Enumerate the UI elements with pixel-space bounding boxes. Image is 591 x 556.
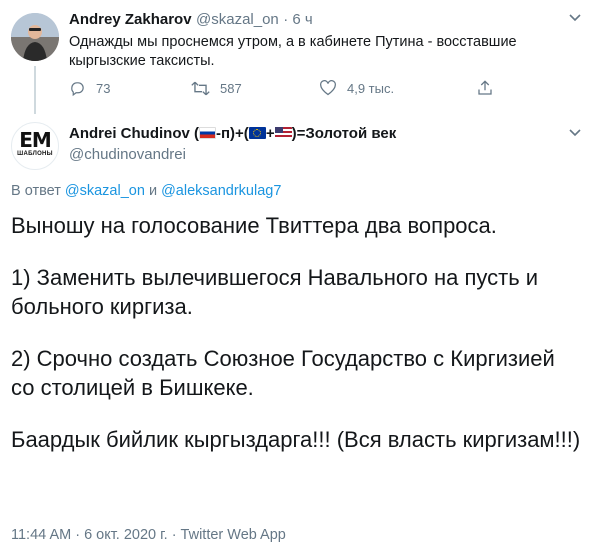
reply-icon (71, 82, 84, 97)
russia-flag-icon (199, 127, 216, 139)
tweet2-author-name[interactable]: Andrei Chudinov ( -п)+( + )=Золотой век (69, 125, 396, 143)
avatar-photo (11, 13, 59, 61)
author-handle[interactable]: @chudinovandrei (69, 146, 186, 163)
author-name-part: Andrei Chudinov ( (69, 125, 199, 142)
author-name-part: -п)+( (216, 125, 249, 142)
retweet-icon (191, 81, 210, 96)
tweet-time[interactable]: · 6 ч (283, 11, 313, 28)
tweet2-text: Выношу на голосование Твиттера два вопро… (11, 211, 581, 477)
reply-context: В ответ @skazal_on и @aleksandrkulag7 (11, 183, 281, 199)
eu-flag-icon (248, 127, 266, 139)
author-name[interactable]: Andrey Zakharov (69, 11, 192, 28)
author-name-part: )=Золотой век (291, 125, 397, 142)
avatar[interactable] (11, 13, 59, 61)
avatar-logo-subtitle: ШАБЛОНЫ (17, 151, 53, 157)
retweet-count: 587 (220, 81, 242, 96)
tweet-paragraph: Выношу на голосование Твиттера два вопро… (11, 213, 497, 238)
heart-icon (320, 80, 336, 96)
tweet-paragraph: Баардык бийлик кыргыздарга!!! (Вся власт… (11, 427, 581, 452)
reply-and: и (148, 183, 158, 199)
reply-user-link[interactable]: @skazal_on (65, 183, 145, 199)
reply-prefix: В ответ (11, 183, 61, 199)
author-name-part: + (265, 125, 275, 142)
thread-line (34, 66, 36, 114)
tweet-timestamp[interactable]: 11:44 AM · 6 окт. 2020 г. · Twitter Web … (11, 527, 286, 543)
reply-count: 73 (96, 81, 111, 96)
tweet-paragraph: 2) Срочно создать Союзное Государство с … (11, 346, 555, 400)
chevron-down-icon[interactable] (567, 124, 583, 144)
avatar[interactable]: EM ШАБЛОНЫ (11, 122, 59, 170)
tweet1-header: Andrey Zakharov @skazal_on · 6 ч (69, 11, 313, 29)
author-handle[interactable]: @skazal_on (196, 11, 279, 28)
tweet1-text: Однажды мы проснемся утром, а в кабинете… (69, 34, 517, 69)
chevron-down-icon[interactable] (567, 9, 583, 29)
share-button[interactable] (476, 79, 494, 97)
usa-flag-icon (274, 127, 292, 139)
reply-button[interactable]: 73 (69, 80, 110, 97)
reply-user-link[interactable]: @aleksandrkulag7 (161, 183, 281, 199)
avatar-logo: EM (19, 128, 52, 152)
tweet-paragraph: 1) Заменить вылечившегося Навального на … (11, 265, 539, 319)
like-button[interactable]: 4,9 тыс. (319, 80, 394, 96)
like-count: 4,9 тыс. (347, 80, 395, 96)
share-icon (478, 80, 492, 95)
retweet-button[interactable]: 587 (191, 80, 242, 97)
